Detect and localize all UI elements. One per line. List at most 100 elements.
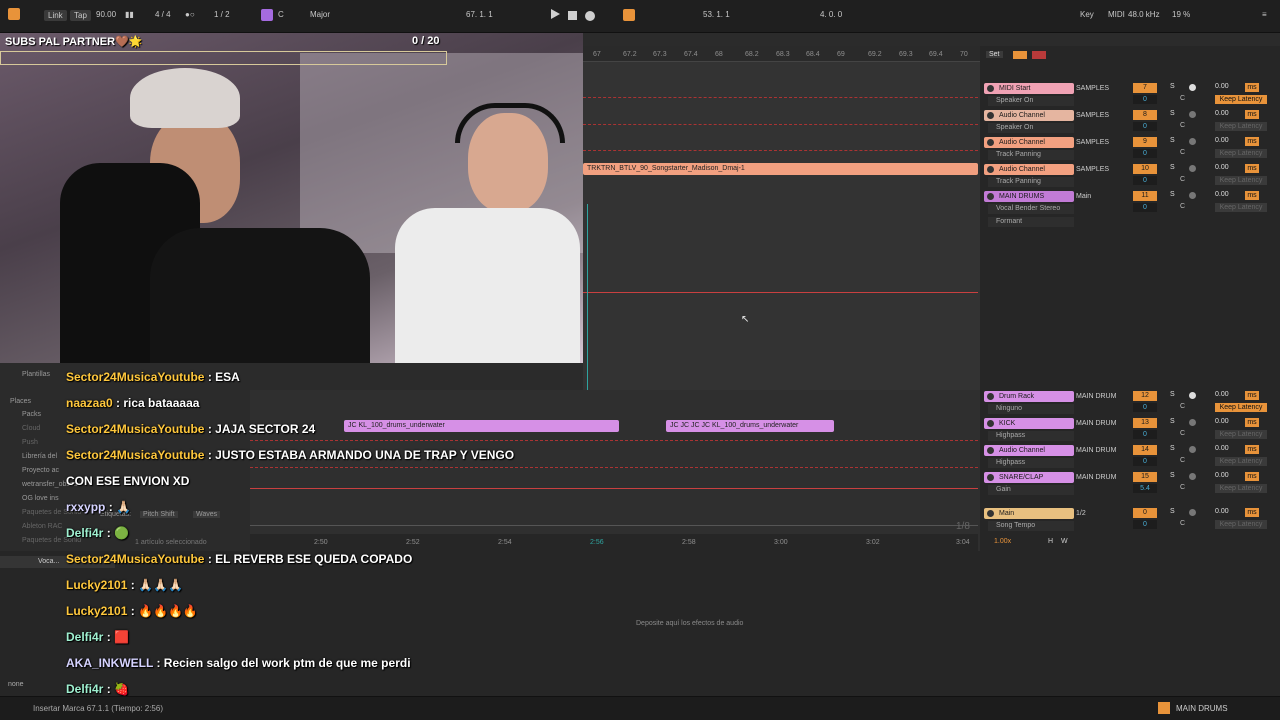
track-volume[interactable]: 0 <box>1133 403 1157 412</box>
solo-button[interactable]: S <box>1170 418 1175 425</box>
arm-icon[interactable] <box>1189 473 1196 480</box>
key-select[interactable]: C <box>278 10 284 19</box>
track-delay[interactable]: 0.00 <box>1215 445 1229 452</box>
tempo-field[interactable]: 90.00 <box>96 10 116 19</box>
track-device-param[interactable]: Highpass <box>988 431 1074 441</box>
track-delay[interactable]: 0.00 <box>1215 191 1229 198</box>
track-output-select[interactable]: SAMPLES <box>1076 164 1126 175</box>
stop-icon[interactable] <box>568 11 577 20</box>
latency-toggle[interactable]: Keep Latency <box>1215 457 1267 466</box>
chat-username[interactable]: Delfi4r <box>66 526 103 540</box>
solo-button[interactable]: S <box>1170 164 1175 171</box>
crossfade-button[interactable]: C <box>1180 403 1185 410</box>
arm-icon[interactable] <box>1189 509 1196 516</box>
track-activator-icon[interactable] <box>987 393 994 400</box>
latency-toggle[interactable]: Keep Latency <box>1215 203 1267 212</box>
track-delay[interactable]: 0.00 <box>1215 164 1229 171</box>
track-device-param[interactable]: Ninguno <box>988 404 1074 414</box>
crossfade-button[interactable]: C <box>1180 430 1185 437</box>
track-name[interactable]: Audio Channel <box>984 137 1074 148</box>
track-volume[interactable]: 0 <box>1133 149 1157 158</box>
delay-unit[interactable]: ms <box>1245 164 1259 173</box>
track-number[interactable]: 8 <box>1133 110 1157 120</box>
track-volume[interactable]: 0 <box>1133 95 1157 104</box>
latency-toggle[interactable]: Keep Latency <box>1215 520 1267 529</box>
delay-unit[interactable]: ms <box>1245 445 1259 454</box>
track-output-select[interactable]: MAIN DRUM <box>1076 418 1126 429</box>
solo-button[interactable]: S <box>1170 472 1175 479</box>
track-name[interactable]: Audio Channel <box>984 164 1074 175</box>
delay-unit[interactable]: ms <box>1245 137 1259 146</box>
track-output-select[interactable]: SAMPLES <box>1076 110 1126 121</box>
track-volume[interactable]: 5.4 <box>1133 484 1157 493</box>
chat-username[interactable]: AKA_INKWELL <box>66 656 153 670</box>
key-map-button[interactable]: Key <box>1080 10 1094 19</box>
crossfade-button[interactable]: C <box>1180 176 1185 183</box>
track-output-select[interactable]: MAIN DRUM <box>1076 472 1126 483</box>
track-activator-icon[interactable] <box>987 474 994 481</box>
chat-username[interactable]: Lucky2101 <box>66 604 127 618</box>
latency-toggle[interactable]: Keep Latency <box>1215 95 1267 104</box>
quantize-select[interactable]: 1 / 2 <box>214 10 230 19</box>
arm-icon[interactable] <box>1189 192 1196 199</box>
chat-username[interactable]: Delfi4r <box>66 630 103 644</box>
track-volume[interactable]: 0 <box>1133 203 1157 212</box>
zoom-level[interactable]: 1.00x <box>994 538 1011 545</box>
tap-button[interactable]: Tap <box>70 10 91 21</box>
scale-icon[interactable] <box>261 9 273 21</box>
chat-username[interactable]: Sector24MusicaYoutube <box>66 370 204 384</box>
track-activator-icon[interactable] <box>987 85 994 92</box>
w-button[interactable]: W <box>1061 538 1068 545</box>
track-number[interactable]: 7 <box>1133 83 1157 93</box>
track-activator-icon[interactable] <box>987 447 994 454</box>
chat-username[interactable]: Lucky2101 <box>66 578 127 592</box>
crossfade-button[interactable]: C <box>1180 484 1185 491</box>
track-device-param[interactable]: Song Tempo <box>988 521 1074 531</box>
track-output-select[interactable]: 1/2 <box>1076 508 1126 519</box>
track-activator-icon[interactable] <box>987 510 994 517</box>
track-number[interactable]: 14 <box>1133 445 1157 455</box>
arm-icon[interactable] <box>1189 446 1196 453</box>
track-device-param[interactable]: Vocal Bender Stereo <box>988 204 1074 214</box>
delay-unit[interactable]: ms <box>1245 110 1259 119</box>
track-delay[interactable]: 0.00 <box>1215 137 1229 144</box>
track-device-param[interactable]: Gain <box>988 485 1074 495</box>
crossfade-button[interactable]: C <box>1180 95 1185 102</box>
delay-unit[interactable]: ms <box>1245 472 1259 481</box>
crossfade-button[interactable]: C <box>1180 122 1185 129</box>
track-activator-icon[interactable] <box>987 193 994 200</box>
arm-icon[interactable] <box>1189 111 1196 118</box>
loop-length-field[interactable]: 4. 0. 0 <box>820 10 842 19</box>
track-output-select[interactable]: Main <box>1076 191 1126 202</box>
delay-unit[interactable]: ms <box>1245 391 1259 400</box>
arm-icon[interactable] <box>1189 392 1196 399</box>
track-delay[interactable]: 0.00 <box>1215 391 1229 398</box>
track-delay[interactable]: 0.00 <box>1215 508 1229 515</box>
track-name[interactable]: Audio Channel <box>984 110 1074 121</box>
track-volume[interactable]: 0 <box>1133 122 1157 131</box>
link-button[interactable]: Link <box>44 10 67 21</box>
track-delay[interactable]: 0.00 <box>1215 472 1229 479</box>
crossfade-button[interactable]: C <box>1180 149 1185 156</box>
track-output-select[interactable]: MAIN DRUM <box>1076 391 1126 402</box>
track-device-param[interactable]: Formant <box>988 217 1074 227</box>
track-activator-icon[interactable] <box>987 420 994 427</box>
track-name[interactable]: KICK <box>984 418 1074 429</box>
crossfade-button[interactable]: C <box>1180 457 1185 464</box>
track-name[interactable]: SNARE/CLAP <box>984 472 1074 483</box>
overflow-icon[interactable]: ≡ <box>1262 10 1267 19</box>
latency-toggle[interactable]: Keep Latency <box>1215 122 1267 131</box>
arm-icon[interactable] <box>1189 84 1196 91</box>
track-name[interactable]: Main <box>984 508 1074 519</box>
track-activator-icon[interactable] <box>987 112 994 119</box>
solo-button[interactable]: S <box>1170 445 1175 452</box>
track-delay[interactable]: 0.00 <box>1215 110 1229 117</box>
drum-clip-2[interactable]: JC JC JC JC KL_100_drums_underwater <box>666 420 834 432</box>
track-device-param[interactable]: Track Panning <box>988 177 1074 187</box>
midi-map-button[interactable]: MIDI <box>1108 10 1125 19</box>
track-name[interactable]: Audio Channel <box>984 445 1074 456</box>
record-icon[interactable] <box>585 11 595 21</box>
h-button[interactable]: H <box>1048 538 1053 545</box>
track-volume[interactable]: 0 <box>1133 176 1157 185</box>
track-number[interactable]: 0 <box>1133 508 1157 518</box>
